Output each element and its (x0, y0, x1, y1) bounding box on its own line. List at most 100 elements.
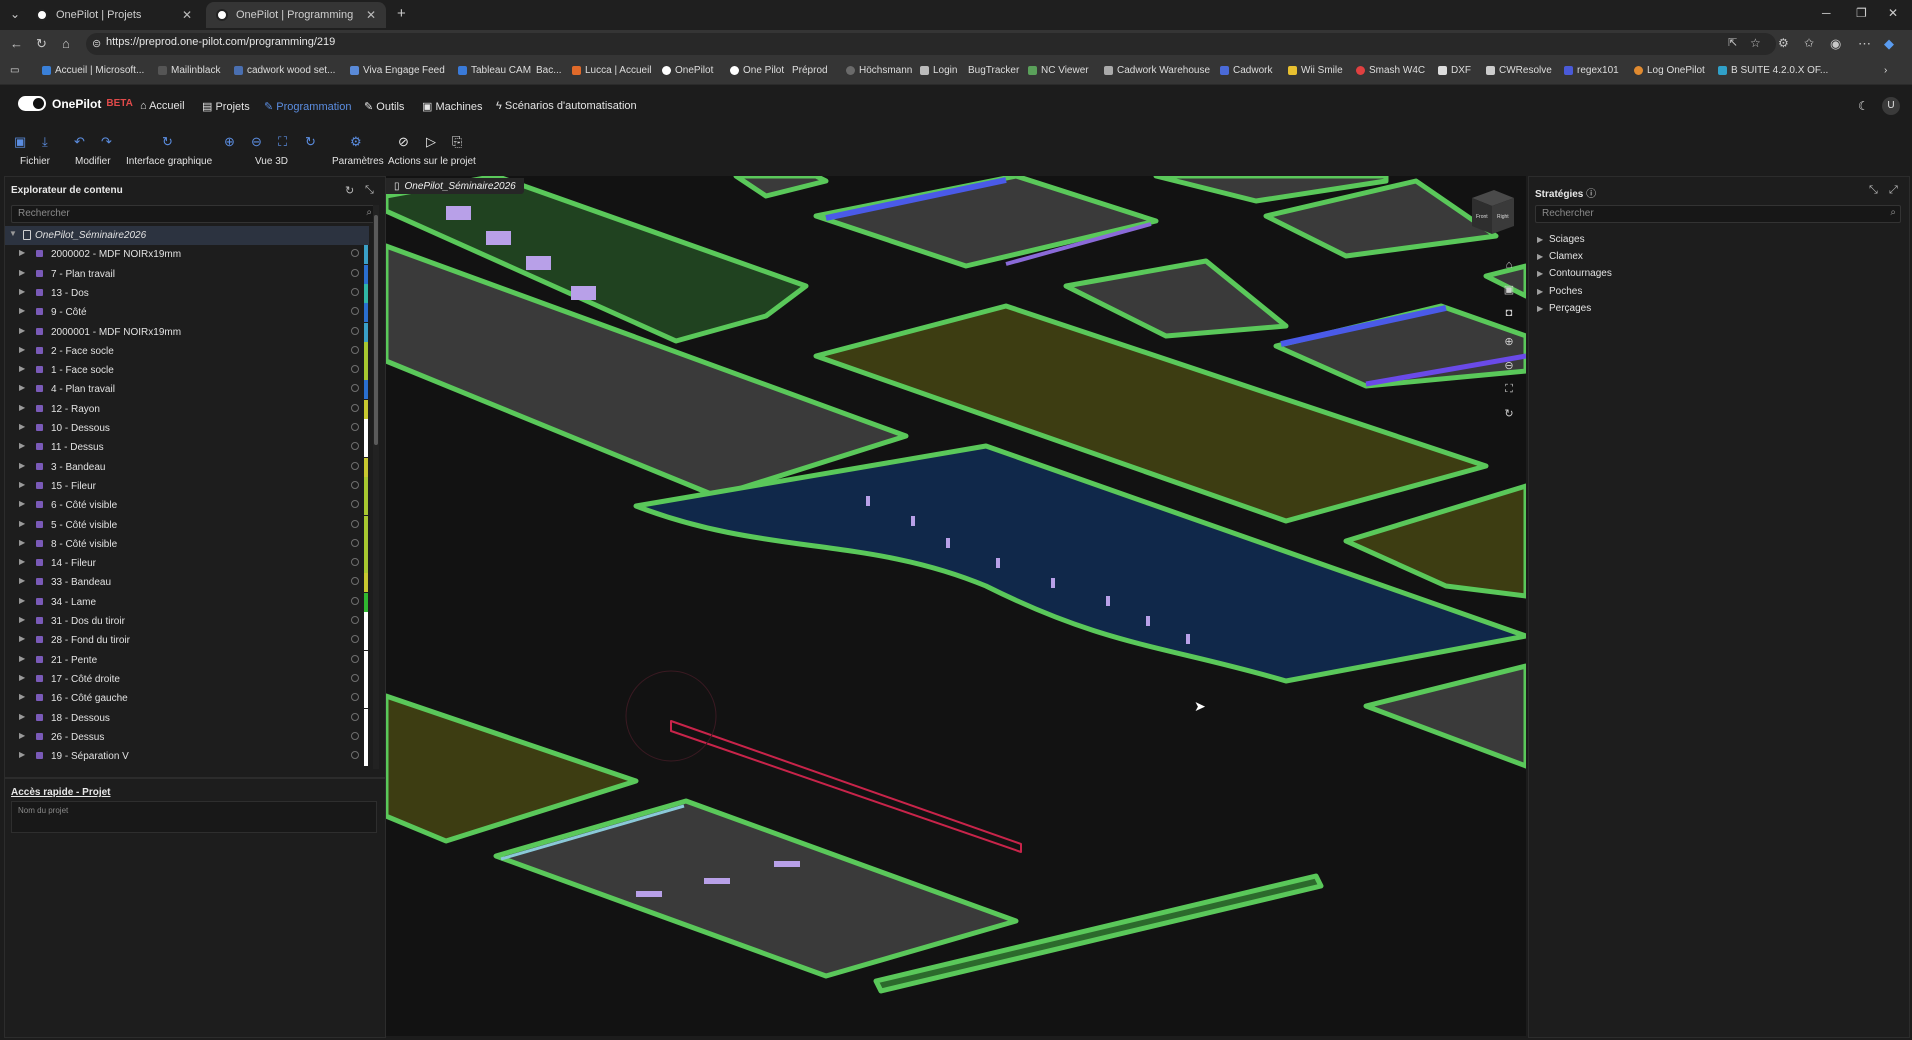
chevron-right-icon[interactable]: ▶ (19, 326, 25, 335)
tree-item[interactable]: ▶ 12 - Rayon (5, 399, 369, 419)
tree-scroll-thumb[interactable] (374, 215, 378, 445)
reading-list-icon[interactable]: ▭ (10, 65, 19, 76)
chevron-right-icon[interactable]: ▶ (19, 364, 25, 373)
collapse-panel-icon[interactable]: ⤡ (365, 184, 374, 197)
bookmarks-overflow-icon[interactable]: › (1884, 65, 1887, 76)
zoom-in-icon[interactable]: ⊕ (224, 134, 235, 150)
camera-icon[interactable]: ▣ (1500, 280, 1518, 298)
visibility-eye-icon[interactable] (351, 577, 359, 586)
install-app-icon[interactable]: ⇱ (1728, 36, 1737, 49)
chevron-right-icon[interactable]: ▶ (1537, 252, 1543, 261)
zoom-out-icon[interactable]: ⊖ (1500, 356, 1518, 374)
tab-list-chevron-icon[interactable]: ⌄ (10, 7, 20, 21)
url-field[interactable] (86, 33, 1776, 55)
zoom-in-icon[interactable]: ⊕ (1500, 332, 1518, 350)
close-window-icon[interactable]: ✕ (1888, 6, 1898, 20)
chevron-right-icon[interactable]: ▶ (1537, 235, 1543, 244)
tree-item[interactable]: ▶ 2000002 - MDF NOIRx19mm (5, 245, 369, 265)
panel-shape[interactable] (1343, 483, 1526, 599)
strategy-item[interactable]: Contournages (1549, 268, 1612, 279)
bookmark-item[interactable]: Viva Engage (350, 65, 420, 76)
chevron-right-icon[interactable]: ▶ (19, 596, 25, 605)
collapse-panel-icon[interactable]: ⤡ (1869, 184, 1878, 197)
visibility-eye-icon[interactable] (351, 423, 359, 431)
bookmark-item[interactable]: cadwork wood set... (234, 65, 335, 76)
undo-icon[interactable]: ↶ (74, 134, 85, 150)
new-tab-icon[interactable]: + (397, 5, 406, 22)
visibility-eye-icon[interactable] (351, 616, 359, 624)
visibility-eye-icon[interactable] (351, 500, 359, 509)
bookmark-item[interactable]: B SUITE 4.2.0.X OF... (1718, 65, 1828, 76)
chevron-right-icon[interactable]: ▶ (19, 441, 25, 450)
chevron-right-icon[interactable]: ▶ (1537, 287, 1543, 296)
home-view-icon[interactable]: ⌂ (1500, 256, 1518, 274)
visibility-eye-icon[interactable] (351, 307, 359, 316)
profile-icon[interactable]: ◉ (1830, 36, 1841, 52)
tree-item[interactable]: ▶ 2 - Face socle (5, 341, 369, 361)
tree-item[interactable]: ▶ 31 - Dos du tiroir (5, 612, 369, 631)
redo-icon[interactable]: ↷ (101, 134, 112, 150)
rotate-icon[interactable]: ↻ (1500, 404, 1518, 422)
visibility-eye-icon[interactable] (351, 345, 359, 354)
url-text[interactable]: https://preprod.one-pilot.com/programmin… (106, 36, 335, 48)
compass-icon[interactable]: ⊘ (398, 134, 409, 150)
tree-item[interactable]: ▶ 3 - Bandeau (5, 457, 369, 477)
quick-access-title[interactable]: Accès rapide - Projet (11, 787, 110, 798)
bookmark-item[interactable]: Mailinblack (158, 65, 220, 76)
chevron-right-icon[interactable]: ▶ (19, 712, 25, 721)
bookmark-item[interactable]: Bac... (536, 65, 562, 76)
chevron-right-icon[interactable]: ▶ (1537, 304, 1543, 313)
chevron-right-icon[interactable]: ▶ (19, 499, 25, 508)
visibility-eye-icon[interactable] (351, 268, 359, 277)
chevron-right-icon[interactable]: ▶ (19, 268, 25, 277)
panel-shape[interactable] (386, 693, 639, 844)
3d-scene[interactable] (386, 176, 1526, 1036)
chevron-right-icon[interactable]: ▶ (19, 287, 25, 296)
nav-accueil[interactable]: ⌂ Accueil (140, 100, 185, 112)
tree-item[interactable]: ▶ 19 - Séparation V (5, 747, 369, 767)
avatar[interactable]: U (1882, 97, 1900, 115)
visibility-eye-icon[interactable] (351, 287, 359, 296)
browser-tab-projets[interactable]: OnePilot | Projets ✕ (26, 2, 202, 28)
visibility-eye-icon[interactable] (351, 384, 359, 393)
bookmark-item[interactable]: Accueil | Microsoft... (42, 65, 144, 76)
visibility-eye-icon[interactable] (351, 538, 359, 547)
chevron-right-icon[interactable]: ▶ (19, 519, 25, 528)
bookmark-item[interactable]: DXF (1438, 65, 1471, 76)
tree-item[interactable]: ▶ 13 - Dos (5, 283, 369, 303)
bookmark-item[interactable]: Feed (422, 65, 445, 76)
bookmark-item[interactable]: Höchsmann (846, 65, 912, 76)
panel-shape[interactable] (493, 798, 1019, 979)
tree-item[interactable]: ▶ 5 - Côté visible (5, 515, 369, 535)
tree-item[interactable]: ▶ 26 - Dessus (5, 727, 369, 747)
play-icon[interactable]: ▷ (426, 134, 436, 150)
bookmark-item[interactable]: Log OnePilot (1634, 65, 1705, 76)
chevron-right-icon[interactable]: ▶ (19, 615, 25, 624)
bookmark-item[interactable]: Smash W4C (1356, 65, 1425, 76)
bookmark-star-icon[interactable]: ☆ (1750, 36, 1761, 50)
bookmark-item[interactable]: CWResolve (1486, 65, 1552, 76)
chevron-right-icon[interactable]: ▶ (19, 557, 25, 566)
tree-item[interactable]: ▶ 34 - Lame (5, 592, 369, 612)
nav-projets[interactable]: ▤ Projets (202, 100, 250, 113)
bookmark-item[interactable]: Tableau CAM (458, 65, 531, 76)
nav-outils[interactable]: ✎ Outils (364, 100, 404, 113)
minimize-icon[interactable]: ─ (1822, 6, 1831, 20)
visibility-eye-icon[interactable] (351, 712, 359, 721)
visibility-eye-icon[interactable] (351, 519, 359, 528)
bookmark-item[interactable]: Cadwork (1220, 65, 1272, 76)
fit-view-icon[interactable]: ⛶ (1500, 380, 1518, 398)
visibility-eye-icon[interactable] (351, 558, 359, 567)
visibility-eye-icon[interactable] (351, 442, 359, 451)
chevron-right-icon[interactable]: ▶ (19, 345, 25, 354)
chevron-right-icon[interactable]: ▶ (19, 673, 25, 682)
panel-shape[interactable] (1363, 663, 1526, 769)
viewport-file-tab[interactable]: ▯ OnePilot_Séminaire2026 (386, 178, 524, 194)
bookmark-item[interactable]: One Pilot (730, 65, 784, 76)
more-menu-icon[interactable]: ⋯ (1858, 36, 1871, 52)
tree-item[interactable]: ▶ 21 - Pente (5, 650, 369, 670)
fit-view-icon[interactable]: ⛶ (278, 134, 287, 150)
tree-item[interactable]: ▶ 17 - Côté droite (5, 669, 369, 689)
visibility-eye-icon[interactable] (351, 480, 359, 489)
visibility-eye-icon[interactable] (351, 596, 359, 605)
